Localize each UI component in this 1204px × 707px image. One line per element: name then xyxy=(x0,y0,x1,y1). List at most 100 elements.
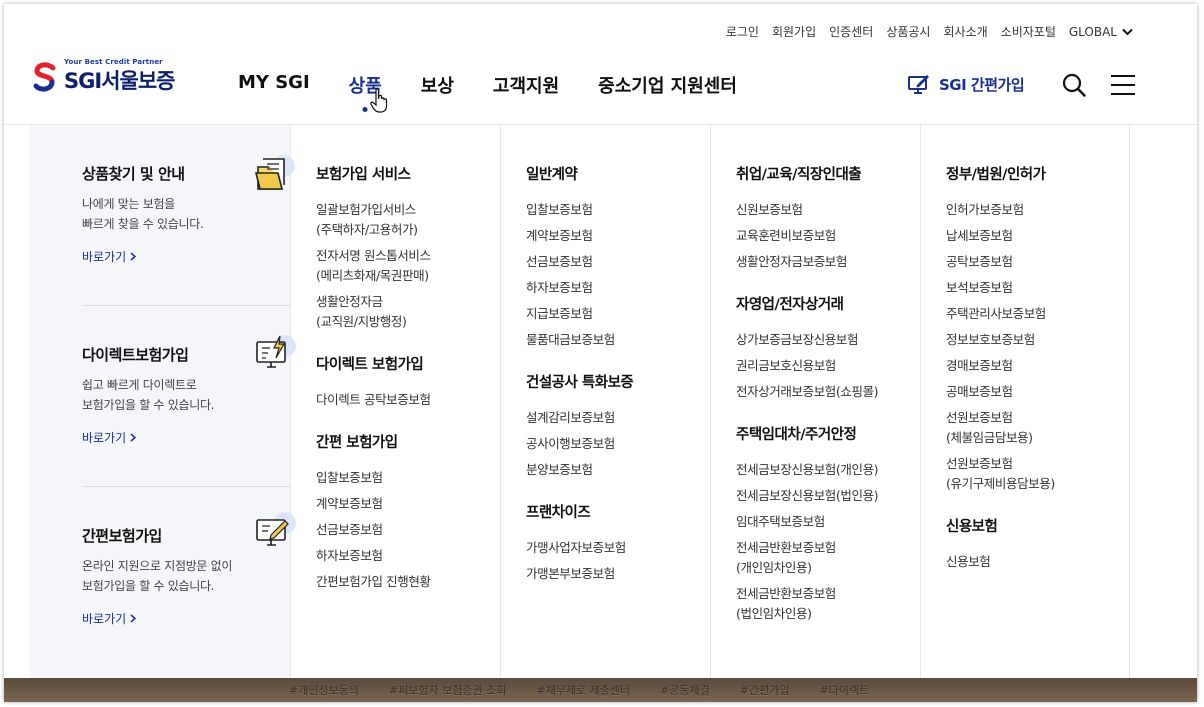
side-card-direct-insurance: 다이렉트보험가입 쉽고 빠르게 다이렉트로 보험가입을 할 수 있습니다. 바로… xyxy=(82,305,296,486)
browser-frame: 로그인 회원가입 인증센터 상품공시 회사소개 소비자포털 GLOBAL You… xyxy=(4,4,1197,702)
menu-link[interactable]: 전세금반환보증보험 (개인임차인용) xyxy=(736,538,920,578)
nav-item-support[interactable]: 고객지원 xyxy=(493,72,559,98)
menu-link[interactable]: 전세금보장신용보험(개인용) xyxy=(736,460,920,480)
nav-item-my-sgi[interactable]: MY SGI xyxy=(238,72,310,98)
menu-link[interactable]: 입찰보증보험 xyxy=(526,200,710,220)
menu-column-government: 정부/법원/인허가 인허가보증보험 납세보증보험 공탁보증보험 보석보증보험 주… xyxy=(920,125,1130,678)
menu-column-services: 보험가입 서비스 일괄보험가입서비스 (주택하자/고용허가) 전자서명 원스톱서비… xyxy=(290,125,500,678)
hamburger-menu-icon[interactable] xyxy=(1110,73,1136,97)
menu-link[interactable]: 하자보증보험 xyxy=(526,278,710,298)
footer-link[interactable]: #공동체결 xyxy=(660,682,710,698)
util-signup-link[interactable]: 회원가입 xyxy=(772,23,816,40)
chevron-down-icon xyxy=(1122,28,1133,35)
nav-item-sme-center[interactable]: 중소기업 지원센터 xyxy=(598,72,737,98)
menu-group: 주택임대차/주거안정 전세금보장신용보험(개인용) 전세금보장신용보험(법인용)… xyxy=(736,423,920,624)
global-dropdown[interactable]: GLOBAL xyxy=(1069,25,1133,39)
menu-link[interactable]: 하자보증보험 xyxy=(316,546,500,566)
menu-group: 자영업/전자상거래 상가보증금보장신용보험 권리금보호신용보험 전자상거래보증보… xyxy=(736,293,920,402)
menu-link[interactable]: 보석보증보험 xyxy=(946,278,1129,298)
menu-link[interactable]: 선금보증보험 xyxy=(316,520,500,540)
menu-group-title: 일반계약 xyxy=(526,167,578,183)
menu-link[interactable]: 인허가보증보험 xyxy=(946,200,1129,220)
menu-link[interactable]: 공탁보증보험 xyxy=(946,252,1129,272)
menu-link[interactable]: 선금보증보험 xyxy=(526,252,710,272)
footer-link[interactable]: #채무제로 제출센터 xyxy=(536,682,630,698)
menu-link[interactable]: 납세보증보험 xyxy=(946,226,1129,246)
util-disclosure-link[interactable]: 상품공시 xyxy=(886,23,930,40)
menu-link[interactable]: 전자상거래보증보험(쇼핑몰) xyxy=(736,382,920,402)
menu-link[interactable]: 지급보증보험 xyxy=(526,304,710,324)
quick-join-button[interactable]: SGI 간편가입 xyxy=(907,73,1025,95)
menu-group: 일반계약 입찰보증보험 계약보증보험 선금보증보험 하자보증보험 지급보증보험 … xyxy=(526,163,710,350)
menu-group-title: 건설공사 특화보증 xyxy=(526,375,634,391)
nav-item-compensation[interactable]: 보상 xyxy=(421,72,454,98)
footer-link[interactable]: #간편가입 xyxy=(740,682,790,698)
menu-link[interactable]: 물품대금보증보험 xyxy=(526,330,710,350)
menu-link[interactable]: 생활안정자금 (교직원/지방행정) xyxy=(316,292,500,332)
products-mega-menu: 상품찾기 및 안내 나에게 맞는 보험을 빠르게 찾을 수 있습니다. 바로가기 xyxy=(4,125,1197,678)
footer-link[interactable]: #다이렉트 xyxy=(819,682,869,698)
menu-link[interactable]: 주택관리사보증보험 xyxy=(946,304,1129,324)
side-card-desc-line: 보험가입을 할 수 있습니다. xyxy=(82,398,215,412)
menu-group-title: 자영업/전자상거래 xyxy=(736,297,844,313)
site-logo[interactable]: Your Best Credit Partner SGI서울보증 xyxy=(32,58,175,95)
search-icon[interactable] xyxy=(1062,73,1086,97)
menu-link[interactable]: 설계감리보증보험 xyxy=(526,408,710,428)
menu-link[interactable]: 전세금반환보증보험 (법인임차인용) xyxy=(736,584,920,624)
menu-link[interactable]: 입찰보증보험 xyxy=(316,468,500,488)
go-link-label: 바로가기 xyxy=(82,250,127,264)
footer-link[interactable]: #피보험자 보험증권 조회 xyxy=(389,682,506,698)
menu-group-title: 다이렉트 보험가입 xyxy=(316,357,424,373)
side-card-desc-line: 온라인 지원으로 지점방문 없이 xyxy=(82,559,233,573)
menu-link[interactable]: 간편보험가입 진행현황 xyxy=(316,572,500,592)
menu-link[interactable]: 전자서명 원스톱서비스 (메리츠화재/목권판매) xyxy=(316,246,500,286)
hand-cursor-icon xyxy=(370,88,388,113)
side-card-go-link[interactable]: 바로가기 xyxy=(82,429,290,446)
document-folder-icon xyxy=(254,155,295,190)
menu-link[interactable]: 선원보증보험 (체불임금담보용) xyxy=(946,408,1129,448)
side-card-product-finder: 상품찾기 및 안내 나에게 맞는 보험을 빠르게 찾을 수 있습니다. 바로가기 xyxy=(82,155,295,305)
menu-link[interactable]: 공사이행보증보험 xyxy=(526,434,710,454)
menu-group-title: 보험가입 서비스 xyxy=(316,167,411,183)
menu-link[interactable]: 경매보증보험 xyxy=(946,356,1129,376)
menu-group: 다이렉트 보험가입 다이렉트 공탁보증보험 xyxy=(316,353,500,410)
menu-link[interactable]: 생활안정자금보증보험 xyxy=(736,252,920,272)
menu-link[interactable]: 권리금보호신용보험 xyxy=(736,356,920,376)
menu-link[interactable]: 교육훈련비보증보험 xyxy=(736,226,920,246)
monitor-pen-icon xyxy=(256,512,296,546)
menu-link[interactable]: 신용보험 xyxy=(946,552,1129,572)
menu-group: 정부/법원/인허가 인허가보증보험 납세보증보험 공탁보증보험 보석보증보험 주… xyxy=(946,163,1129,494)
menu-link[interactable]: 가맹본부보증보험 xyxy=(526,564,710,584)
menu-link[interactable]: 계약보증보험 xyxy=(526,226,710,246)
monitor-lightning-icon xyxy=(256,335,296,368)
menu-group-title: 프랜차이즈 xyxy=(526,505,591,521)
menu-link[interactable]: 가맹사업자보증보험 xyxy=(526,538,710,558)
side-card-go-link[interactable]: 바로가기 xyxy=(82,610,290,627)
util-login-link[interactable]: 로그인 xyxy=(726,23,759,40)
menu-group-title: 간편 보험가입 xyxy=(316,435,398,451)
chevron-right-icon xyxy=(130,252,137,261)
util-company-link[interactable]: 회사소개 xyxy=(943,23,987,40)
side-card-desc: 온라인 지원으로 지점방문 없이 보험가입을 할 수 있습니다. xyxy=(82,556,290,596)
menu-link[interactable]: 분양보증보험 xyxy=(526,460,710,480)
menu-link[interactable]: 선원보증보험 (유기구제비용담보용) xyxy=(946,454,1129,494)
menu-link[interactable]: 전세금보장신용보험(법인용) xyxy=(736,486,920,506)
menu-link[interactable]: 상가보증금보장신용보험 xyxy=(736,330,920,350)
footer-link[interactable]: #개인정보동의 xyxy=(289,682,359,698)
menu-link[interactable]: 공매보증보험 xyxy=(946,382,1129,402)
side-card-simple-insurance: 간편보험가입 온라인 지원으로 지점방문 없이 보험가입을 할 수 있습니다. … xyxy=(82,486,296,627)
side-card-go-link[interactable]: 바로가기 xyxy=(82,248,290,265)
menu-link[interactable]: 임대주택보증보험 xyxy=(736,512,920,532)
menu-group: 간편 보험가입 입찰보증보험 계약보증보험 선금보증보험 하자보증보험 간편보험… xyxy=(316,431,500,592)
menu-link[interactable]: 다이렉트 공탁보증보험 xyxy=(316,390,500,410)
side-card-desc: 쉽고 빠르게 다이렉트로 보험가입을 할 수 있습니다. xyxy=(82,375,290,415)
util-consumer-link[interactable]: 소비자포털 xyxy=(1001,23,1056,40)
menu-group: 취업/교육/직장인대출 신원보증보험 교육훈련비보증보험 생활안정자금보증보험 xyxy=(736,163,920,272)
menu-link[interactable]: 신원보증보험 xyxy=(736,200,920,220)
monitor-pen-icon xyxy=(908,75,929,94)
active-indicator-dot xyxy=(362,107,368,112)
menu-link[interactable]: 정보보호보증보험 xyxy=(946,330,1129,350)
menu-link[interactable]: 계약보증보험 xyxy=(316,494,500,514)
util-cert-link[interactable]: 인증센터 xyxy=(829,23,873,40)
menu-link[interactable]: 일괄보험가입서비스 (주택하자/고용허가) xyxy=(316,200,500,240)
